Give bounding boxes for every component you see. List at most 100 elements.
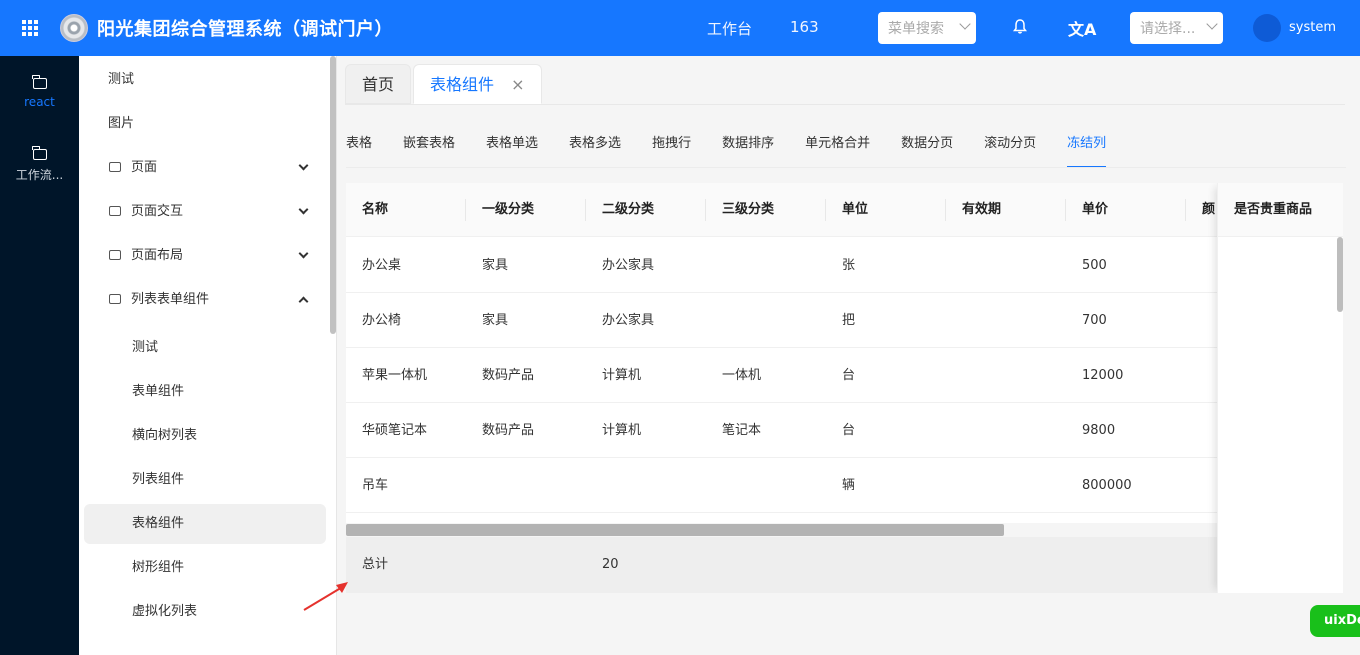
- subtab-drag-row[interactable]: 拖拽行: [652, 134, 691, 168]
- menu-item-label: 表单组件: [132, 384, 185, 399]
- table-cell: 一体机: [722, 368, 762, 383]
- folder-icon: [109, 206, 121, 216]
- menu-item-virtual-list[interactable]: 虚拟化列表: [79, 592, 329, 632]
- menu-item-page-interaction[interactable]: 页面交互: [79, 192, 329, 232]
- tab-table-component[interactable]: 表格组件 ×: [413, 64, 542, 104]
- menu-item-list-form[interactable]: 列表表单组件: [79, 280, 329, 320]
- menu-item-label: 列表组件: [132, 472, 185, 487]
- table-cell: [706, 238, 722, 293]
- menu-item-image[interactable]: 图片: [79, 104, 329, 144]
- table-cell: 12000: [1082, 368, 1124, 383]
- frozen-column: 是否贵重商品: [1217, 183, 1343, 593]
- subtab-scroll-paging[interactable]: 滚动分页: [984, 134, 1036, 168]
- table-cell: 800000: [1082, 478, 1132, 493]
- close-icon[interactable]: ×: [511, 75, 524, 94]
- component-tabs: 表格 嵌套表格 表格单选 表格多选 拖拽行 数据排序 单元格合并 数据分页 滚动…: [346, 134, 1137, 168]
- table-cell: 数码产品: [482, 423, 535, 438]
- horizontal-scrollbar-thumb[interactable]: [346, 524, 1004, 536]
- chevron-down-icon: [298, 160, 309, 171]
- menu-item-page-layout[interactable]: 页面布局: [79, 236, 329, 276]
- subtab-nested-table[interactable]: 嵌套表格: [403, 134, 455, 168]
- table-row[interactable]: 苹果一体机 数码产品 计算机 一体机 台 12000: [346, 348, 1343, 403]
- rail-item-workflow[interactable]: 工作流...: [0, 146, 79, 183]
- menu-item-sub-test[interactable]: 测试: [79, 328, 329, 368]
- column-header[interactable]: 二级分类: [586, 183, 654, 237]
- menu-item-table-component[interactable]: 表格组件: [84, 504, 326, 544]
- table-cell: 办公家具: [602, 258, 655, 273]
- translate-icon[interactable]: 文A: [1068, 16, 1096, 40]
- table-cell: 辆: [842, 478, 856, 493]
- column-header[interactable]: 颜: [1186, 183, 1215, 237]
- divider: [345, 104, 1345, 105]
- floating-dev-button[interactable]: uixDev: [1310, 605, 1360, 637]
- vertical-scrollbar[interactable]: [1337, 237, 1343, 312]
- menu-item-tree-component[interactable]: 树形组件: [79, 548, 329, 588]
- folder-icon: [109, 250, 121, 260]
- subtab-table[interactable]: 表格: [346, 134, 372, 168]
- subtab-frozen-column[interactable]: 冻结列: [1067, 134, 1107, 168]
- username[interactable]: system: [1289, 20, 1336, 35]
- menu-item-test[interactable]: 测试: [79, 60, 329, 100]
- side-rail: react 工作流...: [0, 56, 79, 655]
- table-cell: 吊车: [362, 478, 389, 493]
- subtab-multi[interactable]: 表格多选: [569, 134, 621, 168]
- rail-item-label: 工作流...: [15, 168, 64, 182]
- menu-item-page[interactable]: 页面: [79, 148, 329, 188]
- table-row[interactable]: 吊车 辆 800000: [346, 458, 1343, 513]
- menu-item-label: 页面交互: [131, 204, 184, 219]
- menu-item-horizontal-tree[interactable]: 横向树列表: [79, 416, 329, 456]
- table-row[interactable]: 办公桌 家具 办公家具 张 500: [346, 238, 1343, 293]
- menu-item-label: 表格组件: [132, 516, 185, 531]
- avatar[interactable]: [1253, 14, 1281, 42]
- rail-item-react[interactable]: react: [0, 75, 79, 109]
- column-header[interactable]: 三级分类: [706, 183, 774, 237]
- workbench-link[interactable]: 工作台: [707, 18, 752, 39]
- submenu-scrollbar[interactable]: [330, 56, 336, 334]
- summary-row: 总计 20: [346, 537, 1343, 593]
- table-cell: 家具: [482, 313, 509, 328]
- apps-grid-icon[interactable]: [22, 20, 38, 36]
- menu-item-label: 图片: [108, 116, 135, 131]
- table-cell: 9800: [1082, 423, 1116, 438]
- frozen-column-header[interactable]: 是否贵重商品: [1218, 183, 1343, 237]
- subtab-sort[interactable]: 数据排序: [722, 134, 774, 168]
- table-cell: [946, 293, 962, 348]
- table-cell: [466, 458, 482, 513]
- folder-icon: [109, 294, 121, 304]
- column-header[interactable]: 有效期: [946, 183, 1001, 237]
- bell-icon[interactable]: [1013, 19, 1027, 34]
- column-header[interactable]: 单位: [826, 183, 868, 237]
- column-header[interactable]: 名称: [346, 183, 388, 237]
- column-header[interactable]: 单价: [1066, 183, 1108, 237]
- column-header[interactable]: 一级分类: [466, 183, 534, 237]
- table-cell: [586, 458, 602, 513]
- table-header: 名称 一级分类 二级分类 三级分类 单位 有效期 单价 颜: [346, 183, 1343, 237]
- menu-item-list-component[interactable]: 列表组件: [79, 460, 329, 500]
- folder-icon: [109, 162, 121, 172]
- subtab-merge[interactable]: 单元格合并: [805, 134, 870, 168]
- folder-icon: [32, 75, 47, 89]
- menu-search-select[interactable]: 菜单搜索: [878, 12, 976, 44]
- table-row[interactable]: 华硕笔记本 数码产品 计算机 笔记本 台 9800: [346, 403, 1343, 458]
- table-cell: 数码产品: [482, 368, 535, 383]
- portal-select[interactable]: 请选择...: [1130, 12, 1223, 44]
- menu-item-label: 测试: [132, 340, 159, 355]
- subtab-radio[interactable]: 表格单选: [486, 134, 538, 168]
- chevron-down-icon: [298, 204, 309, 215]
- tab-home[interactable]: 首页: [345, 64, 412, 104]
- main-content: 首页 表格组件 × 表格 嵌套表格 表格单选 表格多选 拖拽行 数据排序 单元格…: [337, 56, 1360, 655]
- chevron-down-icon: [298, 248, 309, 259]
- top-header: 阳光集团综合管理系统（调试门户） 工作台 163 菜单搜索 文A 请选择... …: [0, 0, 1360, 56]
- table-cell: [946, 458, 962, 513]
- table-row[interactable]: 办公椅 家具 办公家具 把 700: [346, 293, 1343, 348]
- subtab-paging[interactable]: 数据分页: [901, 134, 953, 168]
- summary-value: 20: [602, 557, 619, 572]
- summary-label: 总计: [362, 557, 389, 572]
- header-number[interactable]: 163: [790, 18, 819, 36]
- table-cell: 700: [1082, 313, 1107, 328]
- page-tabs: 首页 表格组件 ×: [345, 64, 544, 104]
- menu-item-label: 横向树列表: [132, 428, 198, 443]
- chevron-down-icon: [959, 18, 971, 30]
- menu-item-form-component[interactable]: 表单组件: [79, 372, 329, 412]
- table-cell: 把: [842, 313, 856, 328]
